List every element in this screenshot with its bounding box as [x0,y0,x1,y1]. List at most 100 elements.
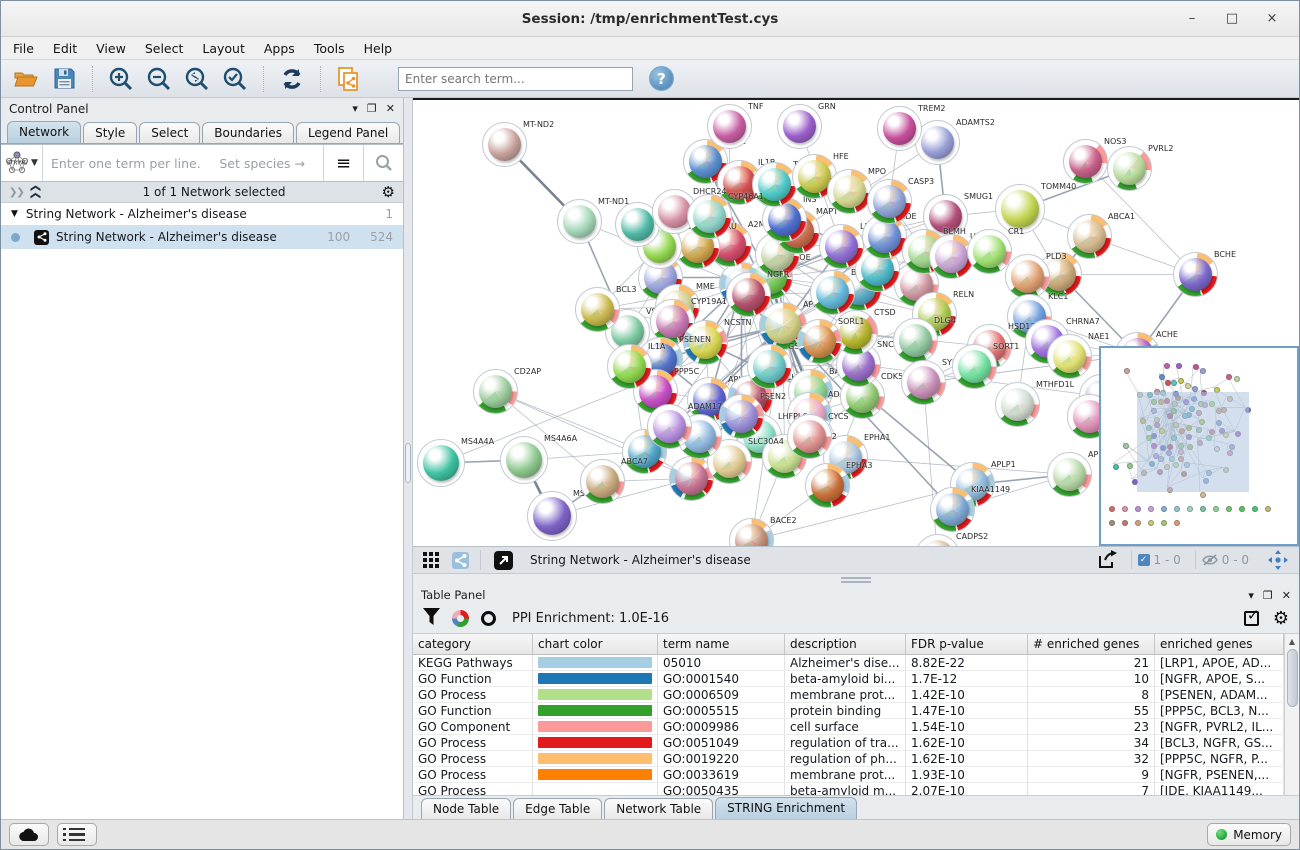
tab-network[interactable]: Network [7,121,81,143]
graph-node-abca1[interactable]: ABCA1 [1067,214,1112,259]
graph-node-sorl1[interactable]: SORL1 [797,319,842,364]
graph-node-nos3[interactable]: NOS3 [1063,139,1108,184]
maximize-button[interactable]: □ [1219,9,1245,29]
splitter-handle[interactable] [405,443,411,483]
table-scrollbar[interactable]: ▲ [1284,634,1299,795]
birdseye-viewport-rect[interactable] [1137,392,1249,492]
graph-node-pvrl2[interactable]: PVRL2 [1107,146,1152,191]
graph-node-ngfr[interactable]: NGFR [726,272,771,317]
column-header-chart-color[interactable]: chart color [533,634,658,654]
close-button[interactable]: × [1259,9,1285,29]
set-species-hint[interactable]: Set species → [219,156,315,171]
open-in-browser-icon[interactable] [490,546,516,574]
graph-node-tnf[interactable]: TNF [707,104,752,149]
table-row[interactable]: GO ProcessGO:0019220regulation of ph...1… [413,751,1284,767]
save-session-icon[interactable] [49,65,79,93]
tab-boundaries[interactable]: Boundaries [202,122,294,143]
graph-node-apbb1[interactable]: APBB1 [1047,452,1092,497]
graph-node-dlg4[interactable]: DLG4 [893,318,938,363]
table-row[interactable]: GO ProcessGO:0033619membrane prot...1.93… [413,767,1284,783]
cloud-tasks-button[interactable] [9,823,49,846]
graph-node-cyp46a1[interactable]: CYP46A1 [687,194,732,239]
graph-node-epha3[interactable]: EPHA3 [805,463,850,508]
column-header--enriched-genes[interactable]: # enriched genes [1028,634,1155,654]
table-tab-string-enrichment[interactable]: STRING Enrichment [715,797,857,819]
column-header-term-name[interactable]: term name [658,634,785,654]
export-network-icon[interactable] [1093,546,1123,574]
memory-button[interactable]: Memory [1207,823,1291,846]
graph-node-bche[interactable]: BCHE [1173,252,1218,297]
column-header-enriched-genes[interactable]: enriched genes [1155,634,1284,654]
graph-node-ms4a6a[interactable]: MS4A6A [500,436,548,484]
graph-node-nae1[interactable]: NAE1 [1047,334,1092,379]
graph-node-gsk3b[interactable]: GSK3B [747,344,792,389]
filter-icon[interactable] [423,608,440,629]
zoom-in-icon[interactable] [106,65,136,93]
graph-node-cd2ap[interactable]: CD2AP [473,369,518,414]
table-tab-node-table[interactable]: Node Table [421,798,511,819]
horizontal-splitter-handle[interactable] [841,577,871,583]
string-search-icon[interactable] [363,145,403,181]
table-row[interactable]: GO ProcessGO:0050435beta-amyloid m...2.0… [413,783,1284,795]
menu-apps[interactable]: Apps [264,41,295,56]
network-canvas[interactable]: MT-ND2MT-ND1VSNL1GAB2ADAMTS2PVRL2TOMM40S… [413,98,1299,546]
tab-style[interactable]: Style [83,122,137,143]
column-header-category[interactable]: category [413,634,533,654]
minimize-button[interactable]: – [1179,9,1205,29]
expand-all-icon[interactable]: ❯❯ [30,185,41,200]
panel-float-icon[interactable]: ❐ [367,102,377,115]
table-row[interactable]: GO ComponentGO:0009986cell surface1.54E-… [413,719,1284,735]
open-session-icon[interactable] [11,65,41,93]
graph-node-lrp1[interactable]: LRP1 [819,224,864,269]
graph-node-cr1[interactable]: CR1 [967,229,1012,274]
string-options-icon[interactable]: ≡ [323,145,363,181]
table-panel-float-icon[interactable]: ❐ [1263,589,1273,602]
graph-node-cycs[interactable]: CYCS [787,414,832,459]
table-row[interactable]: GO ProcessGO:0051049regulation of tra...… [413,735,1284,751]
graph-node-psen2[interactable]: PSEN2 [719,394,764,439]
table-row[interactable]: GO ProcessGO:0006509membrane prot...1.42… [413,687,1284,703]
graph-node-kiaa1149[interactable]: KIAA1149 [930,487,975,532]
graph-node-mt-nd1[interactable]: MT-ND1 [557,199,602,244]
select-terms-icon[interactable] [1244,611,1259,626]
table-panel-close-icon[interactable]: ✕ [1282,589,1291,602]
menu-tools[interactable]: Tools [314,41,345,56]
graph-node-syp[interactable]: SYP [901,360,946,405]
tab-legend-panel[interactable]: Legend Panel [296,122,400,143]
table-settings-gear-icon[interactable]: ⚙ [1273,608,1289,629]
panel-menu-icon[interactable]: ▾ [352,102,358,115]
graph-node-mthfd1l[interactable]: MTHFD1L [995,382,1040,427]
birdseye-view[interactable] [1099,346,1299,546]
graph-node-ms4a4a[interactable]: MS4A4A [417,439,465,487]
help-icon[interactable]: ? [649,66,674,91]
collapse-all-icon[interactable]: ❯❯ [9,187,24,198]
pie-chart-icon[interactable] [452,610,469,627]
graph-node-abca7[interactable]: ABCA7 [580,459,625,504]
graph-node-pld3[interactable]: PLD3 [1005,254,1050,299]
column-header-description[interactable]: description [785,634,906,654]
graph-node-bdnf[interactable]: BDNF [810,270,855,315]
graph-node-grn[interactable]: GRN [777,104,822,149]
network-options-gear-icon[interactable]: ⚙ [382,185,395,200]
search-input[interactable] [398,67,633,91]
table-tab-network-table[interactable]: Network Table [604,798,713,819]
zoom-fit-icon[interactable] [182,65,212,93]
graph-node-bcl3[interactable]: BCL3 [575,287,620,332]
scroll-up-icon[interactable]: ▲ [1289,634,1295,648]
menu-view[interactable]: View [96,41,126,56]
table-row[interactable]: GO FunctionGO:0001540beta-amyloid bi...1… [413,671,1284,687]
graph-node-il1a[interactable]: IL1A [607,344,652,389]
table-row[interactable]: KEGG Pathways05010Alzheimer's dise...8.8… [413,655,1284,671]
scrollbar-thumb[interactable] [1287,649,1298,707]
menu-file[interactable]: File [13,41,34,56]
table-row[interactable]: GO FunctionGO:0005515protein binding1.47… [413,703,1284,719]
column-header-FDR-p-value[interactable]: FDR p-value [906,634,1028,654]
graph-node-mpo[interactable]: MPO [827,169,872,214]
tab-select[interactable]: Select [139,122,200,143]
graph-node-ms4a4e[interactable]: MS4A4E [527,491,577,541]
task-list-button[interactable] [57,823,97,846]
network-row-selected[interactable]: String Network - Alzheimer's disease 100… [1,225,403,249]
panel-splitter[interactable] [404,98,413,819]
refresh-icon[interactable] [277,65,307,93]
table-tab-edge-table[interactable]: Edge Table [513,798,602,819]
